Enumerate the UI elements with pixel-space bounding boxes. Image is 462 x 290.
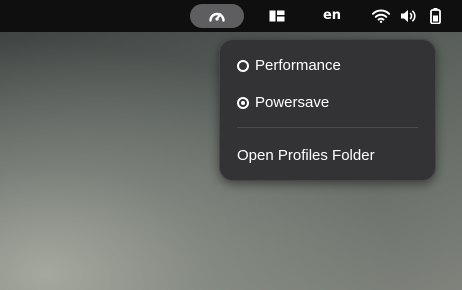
profile-option-label: Powersave xyxy=(255,94,330,111)
menu-separator xyxy=(237,127,418,128)
system-status-area[interactable] xyxy=(364,4,456,28)
profile-option-powersave[interactable]: Powersave xyxy=(225,85,430,120)
radio-checked-icon xyxy=(237,96,249,109)
power-profile-menu: Performance Powersave Open Profiles Fold… xyxy=(219,39,436,181)
wifi-icon xyxy=(372,9,390,23)
profile-option-label: Performance xyxy=(255,57,341,74)
keyboard-layout-label: en xyxy=(322,8,342,23)
top-bar: en xyxy=(0,0,462,32)
battery-icon xyxy=(430,8,441,24)
keyboard-layout-indicator[interactable]: en xyxy=(316,4,348,28)
speaker-icon xyxy=(400,9,418,23)
radio-icon xyxy=(237,59,249,72)
workspace-indicator[interactable] xyxy=(262,4,292,28)
profile-option-performance[interactable]: Performance xyxy=(225,48,430,83)
open-profiles-folder-label: Open Profiles Folder xyxy=(237,147,375,164)
window-layout-icon xyxy=(269,10,285,22)
speedometer-icon xyxy=(208,8,226,24)
power-profile-button[interactable] xyxy=(190,4,244,28)
open-profiles-folder-button[interactable]: Open Profiles Folder xyxy=(225,138,430,173)
